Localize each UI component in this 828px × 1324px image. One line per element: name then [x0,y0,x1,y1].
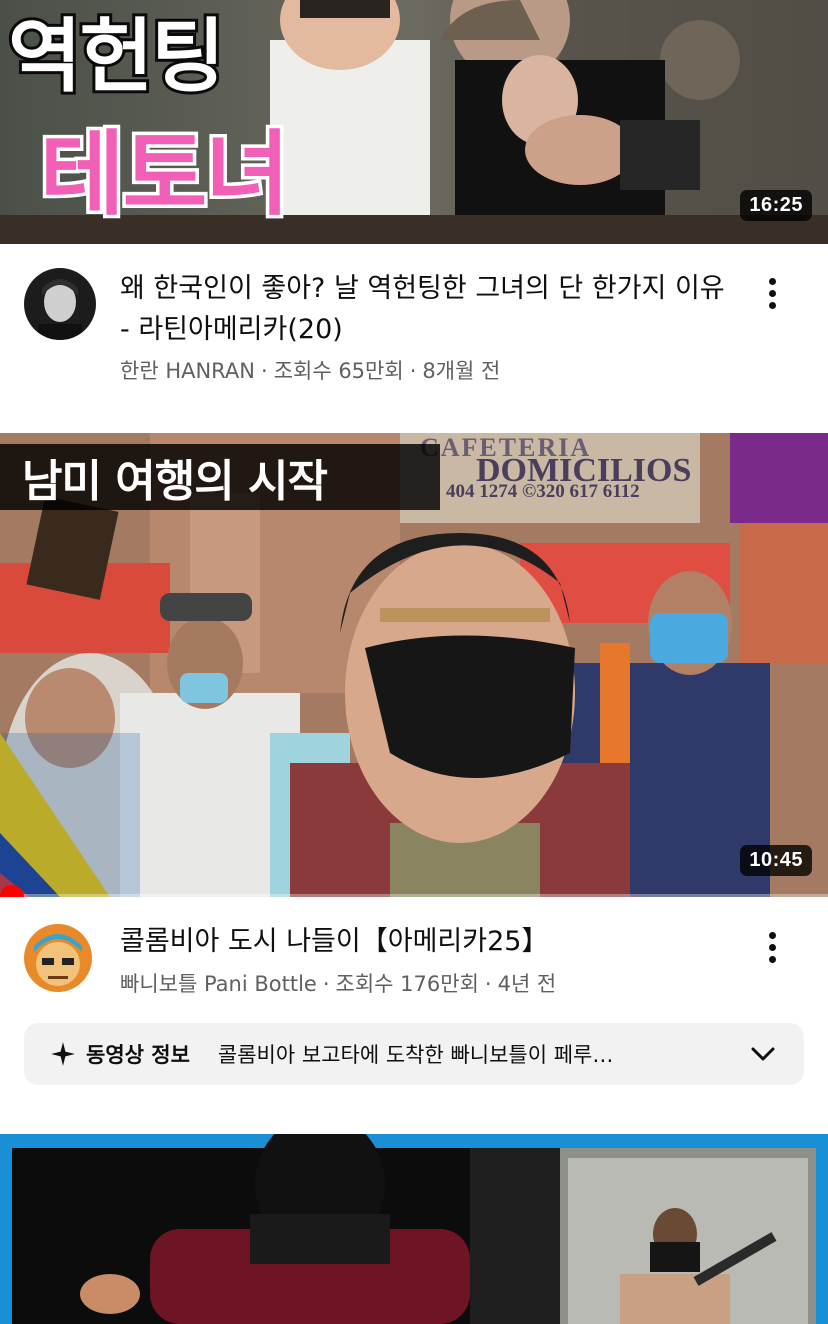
channel-name[interactable]: 빠니보틀 Pani Bottle [120,972,317,996]
channel-avatar-hanran[interactable] [24,268,96,340]
view-count: 조회수 65만회 [273,359,404,383]
upload-age: 8개월 전 [422,359,501,383]
avatar-image [24,268,96,340]
more-options-button-2[interactable] [752,922,792,972]
more-vert-icon [768,277,776,285]
info-description: 콜롬비아 보고타에 도착한 빠니보틀이 페루… [217,1043,614,1067]
view-count: 조회수 176만회 [335,972,479,996]
sign-phone: 404 1274 ©320 617 6112 [446,481,640,502]
video-3-thumbnail-art [0,1134,828,1324]
channel-name[interactable]: 한란 HANRAN [120,359,255,383]
video-2-title[interactable]: 콜롬비아 도시 나들이【아메리카25】 [120,921,740,962]
more-vert-icon [768,931,776,939]
thumbnail-caption: 남미 여행의 시작 [22,456,328,507]
avatar-image [24,924,92,992]
upload-age: 4년 전 [497,972,557,996]
more-options-button-1[interactable] [752,268,792,318]
thumbnail-caption-strip: 남미 여행의 시작 [0,444,440,510]
video-duration-badge: 10:45 [740,845,812,876]
video-2-metadata: 빠니보틀 Pani Bottle · 조회수 176만회 · 4년 전 [120,972,557,996]
video-1-title[interactable]: 왜 한국인이 좋아? 날 역헌팅한 그녀의 단 한가지 이유 - 라틴아메리카(… [120,268,740,350]
watch-progress-track [0,894,828,897]
video-duration-badge: 16:25 [740,190,812,221]
chevron-down-icon[interactable] [748,1039,778,1069]
video-3-thumbnail[interactable] [0,1134,828,1324]
video-info-bar[interactable]: 동영상 정보 콜롬비아 보고타에 도착한 빠니보틀이 페루… [24,1023,804,1085]
video-1-thumbnail[interactable]: 역헌팅 테토녀 16:25 [0,0,828,244]
info-label: 동영상 정보 [86,1043,190,1067]
thumbnail-title-text-1: 역헌팅 [5,7,228,106]
sparkle-icon [51,1042,75,1066]
channel-avatar-panibottle[interactable] [24,924,92,992]
video-1-metadata: 한란 HANRAN · 조회수 65만회 · 8개월 전 [120,359,501,383]
thumbnail-title-text-2: 테토녀 [37,118,294,232]
